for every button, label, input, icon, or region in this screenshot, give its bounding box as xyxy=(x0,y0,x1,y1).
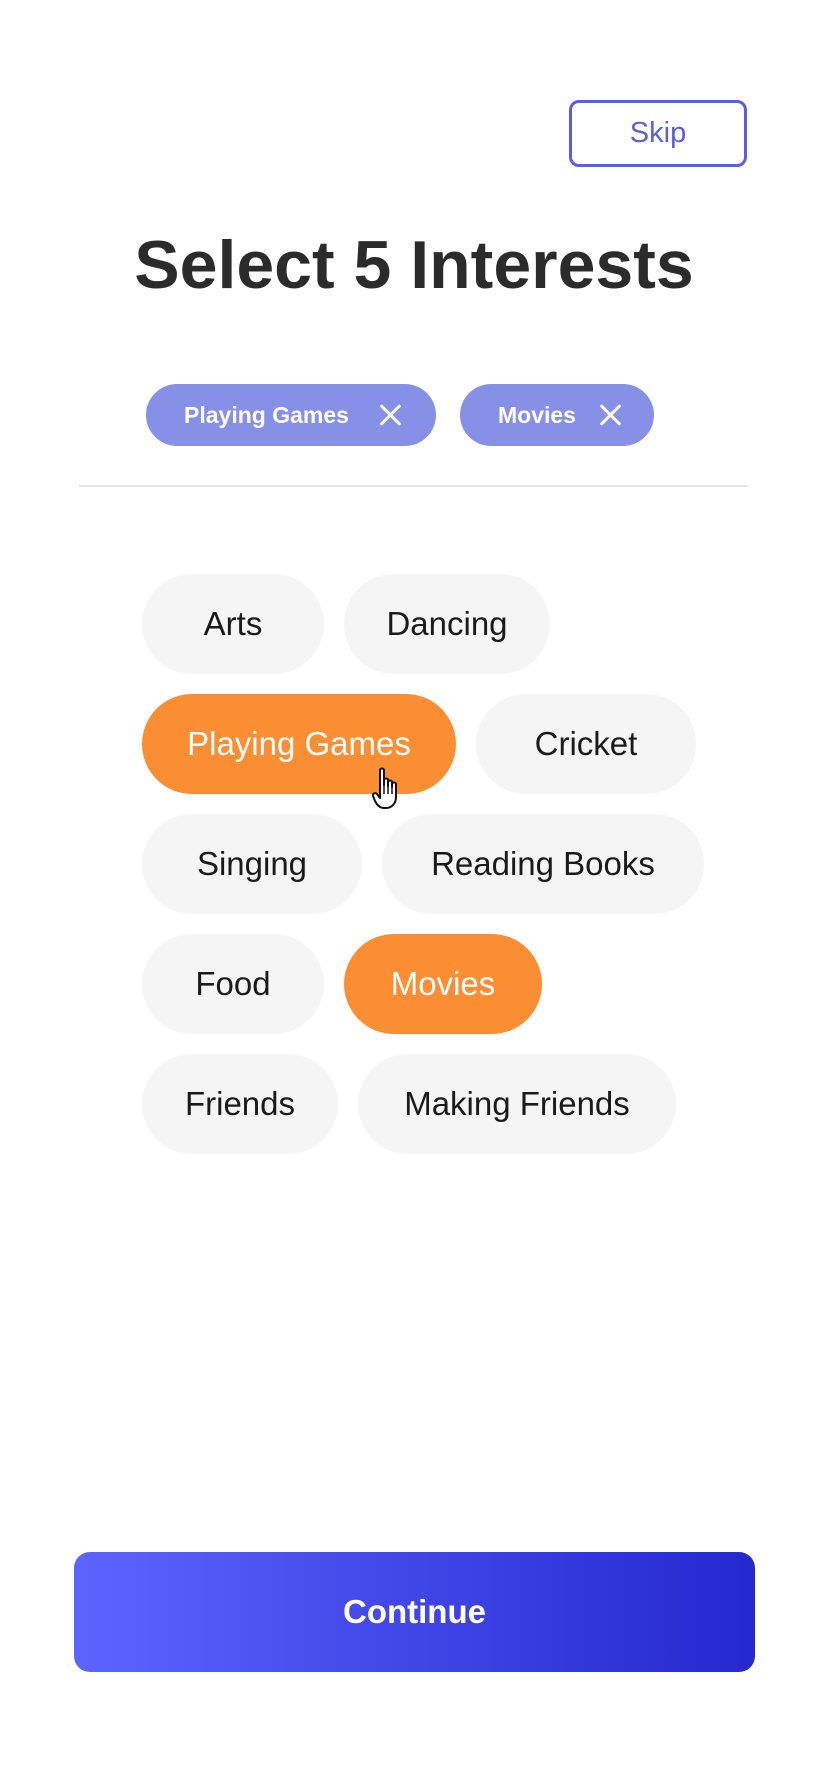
chip-label: Movies xyxy=(498,401,576,428)
interest-friends[interactable]: Friends xyxy=(142,1054,338,1154)
hand-pointer-icon xyxy=(372,767,397,809)
chip-label: Playing Games xyxy=(184,401,349,428)
interest-playing-games[interactable]: Playing Games xyxy=(142,694,456,794)
interest-making-friends[interactable]: Making Friends xyxy=(358,1054,676,1154)
continue-button[interactable]: Continue xyxy=(74,1552,755,1672)
interest-reading-books[interactable]: Reading Books xyxy=(382,814,704,914)
page-title: Select 5 Interests xyxy=(134,227,694,303)
interest-arts[interactable]: Arts xyxy=(142,574,324,674)
divider xyxy=(79,485,748,487)
close-icon[interactable] xyxy=(379,403,403,427)
selected-chip-movies: Movies xyxy=(460,384,654,446)
interest-food[interactable]: Food xyxy=(142,934,324,1034)
close-icon[interactable] xyxy=(599,403,623,427)
interest-cricket[interactable]: Cricket xyxy=(476,694,696,794)
interest-singing[interactable]: Singing xyxy=(142,814,362,914)
interest-dancing[interactable]: Dancing xyxy=(344,574,550,674)
skip-button[interactable]: Skip xyxy=(569,100,747,167)
interest-movies[interactable]: Movies xyxy=(344,934,542,1034)
selected-chip-playing-games: Playing Games xyxy=(146,384,436,446)
